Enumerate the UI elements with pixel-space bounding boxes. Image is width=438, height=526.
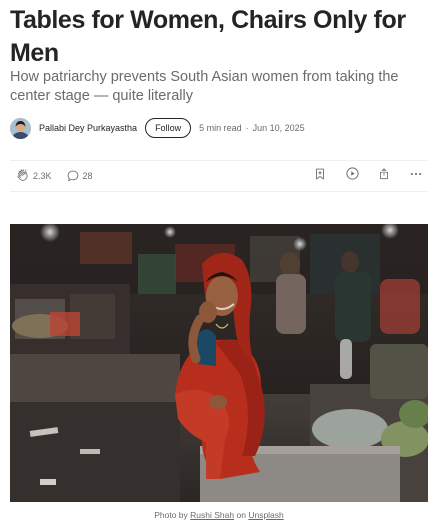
photo-caption: Photo by Rushi Shah on Unsplash: [0, 510, 438, 520]
photographer-link[interactable]: Rushi Shah: [190, 510, 234, 520]
publish-date: Jun 10, 2025: [252, 123, 305, 133]
response-count: 28: [82, 171, 93, 181]
clap-count: 2.3K: [33, 171, 52, 181]
action-bar: 2.3K 28: [10, 164, 428, 188]
caption-mid: on: [236, 510, 246, 520]
more-button[interactable]: [408, 168, 424, 184]
avatar-image: [10, 117, 31, 139]
divider-top: [10, 160, 428, 161]
share-icon: [377, 167, 391, 186]
share-button[interactable]: [376, 167, 392, 186]
responses-button[interactable]: 28: [66, 169, 93, 183]
meta-separator: ·: [245, 123, 249, 133]
bookmark-icon: [313, 167, 327, 186]
author-avatar[interactable]: [10, 117, 31, 139]
clap-icon: [16, 169, 30, 183]
article-hero-photo: [10, 224, 428, 502]
more-icon: [409, 167, 423, 186]
caption-prefix: Photo by: [154, 510, 188, 520]
listen-icon: [345, 166, 360, 186]
source-link[interactable]: Unsplash: [248, 510, 283, 520]
bookmark-button[interactable]: [312, 168, 328, 184]
author-name[interactable]: Pallabi Dey Purkayastha: [39, 123, 137, 133]
article-title: Tables for Women, Chairs Only for Men: [10, 6, 406, 67]
divider-bottom: [10, 191, 428, 192]
article-subtitle: How patriarchy prevents South Asian wome…: [10, 69, 399, 104]
listen-button[interactable]: [344, 166, 360, 186]
read-time: 5 min read: [199, 123, 242, 133]
response-icon: [66, 169, 80, 183]
market-woman-image: [10, 224, 428, 502]
clap-button[interactable]: 2.3K: [16, 169, 52, 183]
follow-button[interactable]: Follow: [145, 118, 192, 138]
byline: Pallabi Dey Purkayastha Follow 5 min rea…: [10, 117, 430, 139]
